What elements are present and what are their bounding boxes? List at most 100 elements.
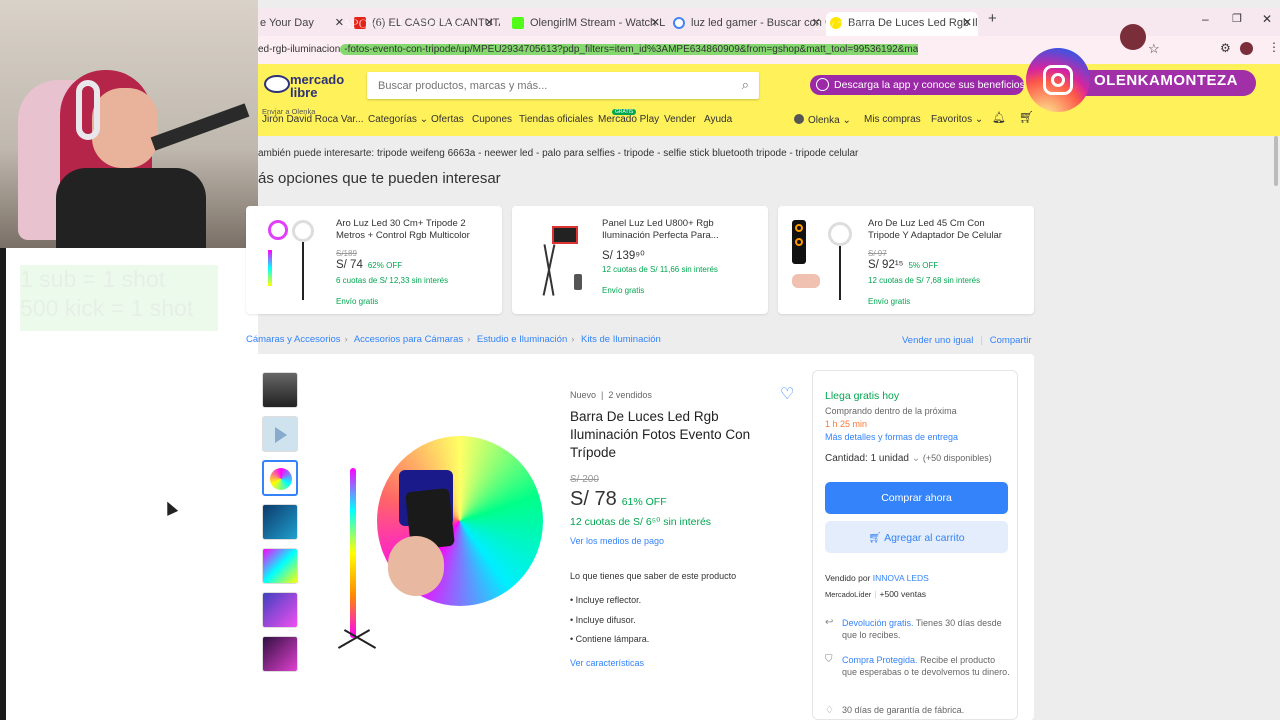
breadcrumb-link[interactable]: Estudio e Iluminación bbox=[477, 334, 567, 345]
tab-title: luz led gamer - Buscar con Goo bbox=[691, 17, 827, 29]
nav-label: Categorías bbox=[368, 114, 417, 125]
feature-text: Incluye reflector. bbox=[575, 595, 642, 605]
nav-ayuda[interactable]: Ayuda bbox=[704, 114, 732, 125]
page-scrollbar[interactable] bbox=[1274, 136, 1278, 186]
thumbnail[interactable] bbox=[262, 548, 298, 584]
add-to-cart-button[interactable]: 🛒︎ Agregar al carrito bbox=[825, 521, 1008, 553]
chevron-right-icon: › bbox=[571, 334, 575, 345]
stream-banner: APOYO AL STREAM bbox=[342, 16, 463, 31]
feature-text: Incluye difusor. bbox=[575, 615, 636, 625]
favorites-label: Favoritos bbox=[931, 114, 973, 125]
card-shipping: Envío gratis bbox=[868, 297, 911, 306]
close-window-button[interactable]: ✕ bbox=[1262, 12, 1272, 26]
app-promo-banner[interactable]: Descarga la app y conoce sus beneficios bbox=[810, 75, 1025, 95]
recommended-card[interactable]: Aro Luz Led 30 Cm+ Tripode 2 Metros + Co… bbox=[246, 206, 502, 314]
payment-methods-link[interactable]: Ver los medios de pago bbox=[570, 536, 664, 546]
share-link[interactable]: Compartir bbox=[990, 335, 1032, 346]
sales-count: +500 ventas bbox=[879, 589, 927, 599]
bell-icon[interactable]: 🔔︎ bbox=[992, 111, 1006, 124]
thumbnail[interactable] bbox=[262, 636, 298, 672]
protected-purchase: Compra Protegida. Recibe el producto que… bbox=[842, 654, 1012, 678]
seller-link[interactable]: INNOVA LEDS bbox=[873, 573, 929, 583]
nav-mis-compras[interactable]: Mis compras bbox=[864, 114, 921, 125]
product-panel: Nuevo | 2 vendidos ♡ Barra De Luces Led Rg… bbox=[246, 354, 1034, 720]
feature-item: • Incluye difusor. bbox=[570, 615, 636, 625]
thumbnail-selected[interactable] bbox=[262, 460, 298, 496]
buy-now-button[interactable]: Comprar ahora bbox=[825, 482, 1008, 514]
more-options-title: ás opciones que te pueden interesar bbox=[258, 170, 501, 187]
logo-line-2: libre bbox=[290, 85, 318, 100]
search-input[interactable] bbox=[367, 72, 717, 99]
minimize-button[interactable]: – bbox=[1202, 12, 1209, 26]
user-menu[interactable]: Olenka ⌄ bbox=[794, 114, 851, 126]
webcam-feed bbox=[0, 0, 258, 248]
product-title: Barra De Luces Led Rgb Iluminación Fotos… bbox=[570, 409, 751, 460]
warranty-text: 30 días de garantía de fábrica. bbox=[842, 705, 965, 715]
close-icon[interactable]: ✕ bbox=[963, 12, 972, 34]
nav-tiendas[interactable]: Tiendas oficiales bbox=[519, 114, 593, 125]
browser-tab-4[interactable]: luz led gamer - Buscar con Goo✕ bbox=[669, 12, 827, 36]
discount: 61% OFF bbox=[621, 496, 667, 508]
delivery-details-link[interactable]: Más detalles y formas de entrega bbox=[825, 432, 958, 442]
restore-button[interactable]: ❐ bbox=[1232, 12, 1242, 25]
condition-line: Nuevo | 2 vendidos bbox=[570, 390, 652, 400]
url-field[interactable]: ed-rgb-iluminacion -fotos-evento-con-trip… bbox=[258, 40, 918, 60]
current-price: S/ 78 bbox=[570, 488, 617, 510]
quantity-selector[interactable]: Cantidad: 1 unidad ⌄ (+50 disponibles) bbox=[825, 453, 992, 464]
leader-badge: MercadoLíder bbox=[825, 590, 872, 599]
mercadolibre-logo[interactable]: mercado libre bbox=[264, 72, 346, 104]
delivery-window: Comprando dentro de la próxima bbox=[825, 406, 957, 416]
menu-icon[interactable]: ⋮ bbox=[1268, 40, 1280, 54]
instagram-handle: OLENKAMONTEZA bbox=[1094, 72, 1238, 89]
chevron-right-icon: › bbox=[344, 334, 348, 345]
deliver-address[interactable]: Jirón David Roca Var... bbox=[262, 114, 364, 125]
favorite-heart-icon[interactable]: ♡ bbox=[780, 384, 794, 404]
delivery-headline: Llega gratis hoy bbox=[825, 390, 900, 402]
browser-tab-1[interactable]: e Your Day ✕ bbox=[258, 12, 350, 36]
play-icon bbox=[275, 427, 287, 443]
user-avatar bbox=[794, 114, 804, 124]
seller-reputation: MercadoLíder | +500 ventas bbox=[825, 589, 927, 599]
see-features-link[interactable]: Ver características bbox=[570, 658, 644, 668]
sold-count: 2 vendidos bbox=[608, 390, 652, 400]
card-price-value: S/ 92¹⁵ bbox=[868, 259, 904, 271]
thumbnail[interactable] bbox=[262, 504, 298, 540]
close-icon[interactable]: ✕ bbox=[485, 12, 494, 34]
nav-cupones[interactable]: Cupones bbox=[472, 114, 512, 125]
features-title: Lo que tienes que saber de este producto bbox=[570, 571, 737, 581]
new-tab-button[interactable]: + bbox=[988, 10, 997, 27]
search-icon[interactable]: ⌕ bbox=[742, 77, 749, 93]
video-thumbnail[interactable] bbox=[262, 416, 298, 452]
breadcrumb-link[interactable]: Kits de Iluminación bbox=[581, 334, 661, 345]
browser-tab-3[interactable]: OlengirlM Stream - Watch Live ✕ bbox=[508, 12, 666, 36]
cart-icon[interactable]: 🛒︎ bbox=[1019, 110, 1034, 124]
product-main-image[interactable] bbox=[324, 432, 546, 658]
tab-title: e Your Day bbox=[260, 17, 314, 29]
thumbnail[interactable] bbox=[262, 372, 298, 408]
thumbnail[interactable] bbox=[262, 592, 298, 628]
nav-vender[interactable]: Vender bbox=[664, 114, 696, 125]
feature-item: • Contiene lámpara. bbox=[570, 634, 650, 644]
breadcrumb-link[interactable]: Accesorios para Cámaras bbox=[354, 334, 463, 345]
recommended-card[interactable]: Panel Luz Led U800+ Rgb Iluminación Perf… bbox=[512, 206, 768, 314]
divider: | bbox=[980, 335, 983, 346]
return-link[interactable]: Devolución gratis. bbox=[842, 618, 914, 628]
close-icon[interactable]: ✕ bbox=[651, 12, 660, 34]
related-searches[interactable]: ambién puede interesarte: tripode weifen… bbox=[258, 148, 858, 159]
sell-same-link[interactable]: Vender uno igual bbox=[902, 335, 973, 346]
recommended-card[interactable]: Aro De Luz Led 45 Cm Con Tripode Y Adapt… bbox=[778, 206, 1034, 314]
nav-categorias[interactable]: Categorías ⌄ bbox=[368, 114, 428, 125]
nav-mercado-play[interactable]: Mercado Play bbox=[598, 114, 659, 125]
tab-title: OlengirlM Stream - Watch Live bbox=[530, 17, 666, 29]
breadcrumb-link[interactable]: Cámaras y Accesorios bbox=[246, 334, 341, 345]
card-title: Aro Luz Led 30 Cm+ Tripode 2 Metros + Co… bbox=[336, 218, 470, 241]
chevron-down-icon: ⌄ bbox=[911, 453, 921, 464]
nav-favoritos[interactable]: Favoritos ⌄ bbox=[931, 114, 983, 125]
card-installments: 12 cuotas de S/ 7,68 sin interés bbox=[868, 276, 981, 285]
ring-light-45-image bbox=[790, 218, 860, 302]
url-prefix: ed-rgb-iluminacion bbox=[258, 44, 341, 55]
cart-plus-icon: 🛒︎ bbox=[868, 531, 882, 544]
warranty-icon: ♢ bbox=[825, 705, 834, 716]
nav-ofertas[interactable]: Ofertas bbox=[431, 114, 464, 125]
protect-link[interactable]: Compra Protegida. bbox=[842, 655, 918, 665]
